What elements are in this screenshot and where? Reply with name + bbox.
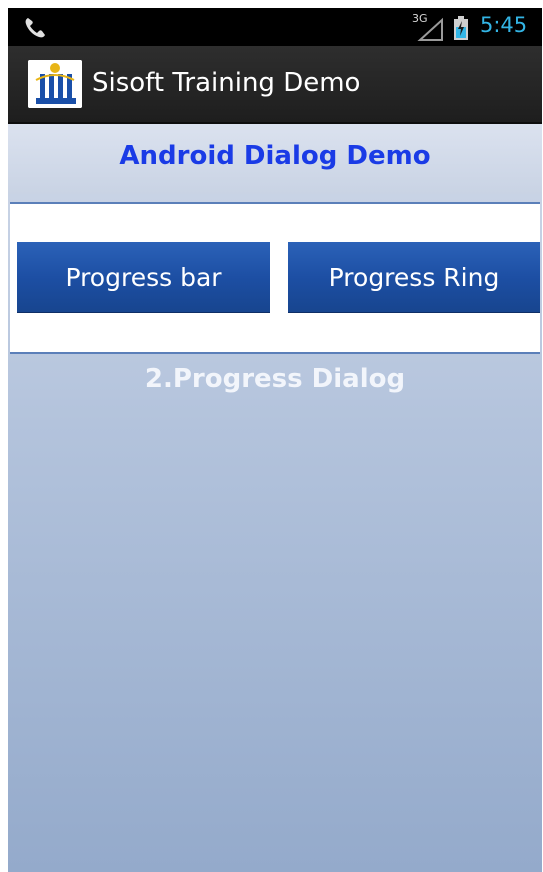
page-title: Android Dialog Demo [119,141,431,171]
status-bar: 3G 5:45 [8,8,542,46]
status-clock: 5:45 [480,13,528,37]
header-strip: Android Dialog Demo [8,124,542,194]
progress-ring-button[interactable]: Progress Ring [288,242,540,312]
battery-icon [454,16,468,40]
app-title: Sisoft Training Demo [92,68,361,98]
main-content: Android Dialog Demo Progress bar Progres… [8,124,542,872]
signal-icon [417,17,443,41]
app-logo-icon[interactable] [28,60,82,108]
device-screen: 3G 5:45 Sisoft Training Demo Android Dia… [8,8,542,872]
button-panel: Progress bar Progress Ring [10,202,540,354]
phone-icon [25,18,45,38]
progress-bar-button[interactable]: Progress bar [17,242,270,312]
action-bar: Sisoft Training Demo [8,46,542,124]
section-subtitle: 2.Progress Dialog [144,364,406,394]
